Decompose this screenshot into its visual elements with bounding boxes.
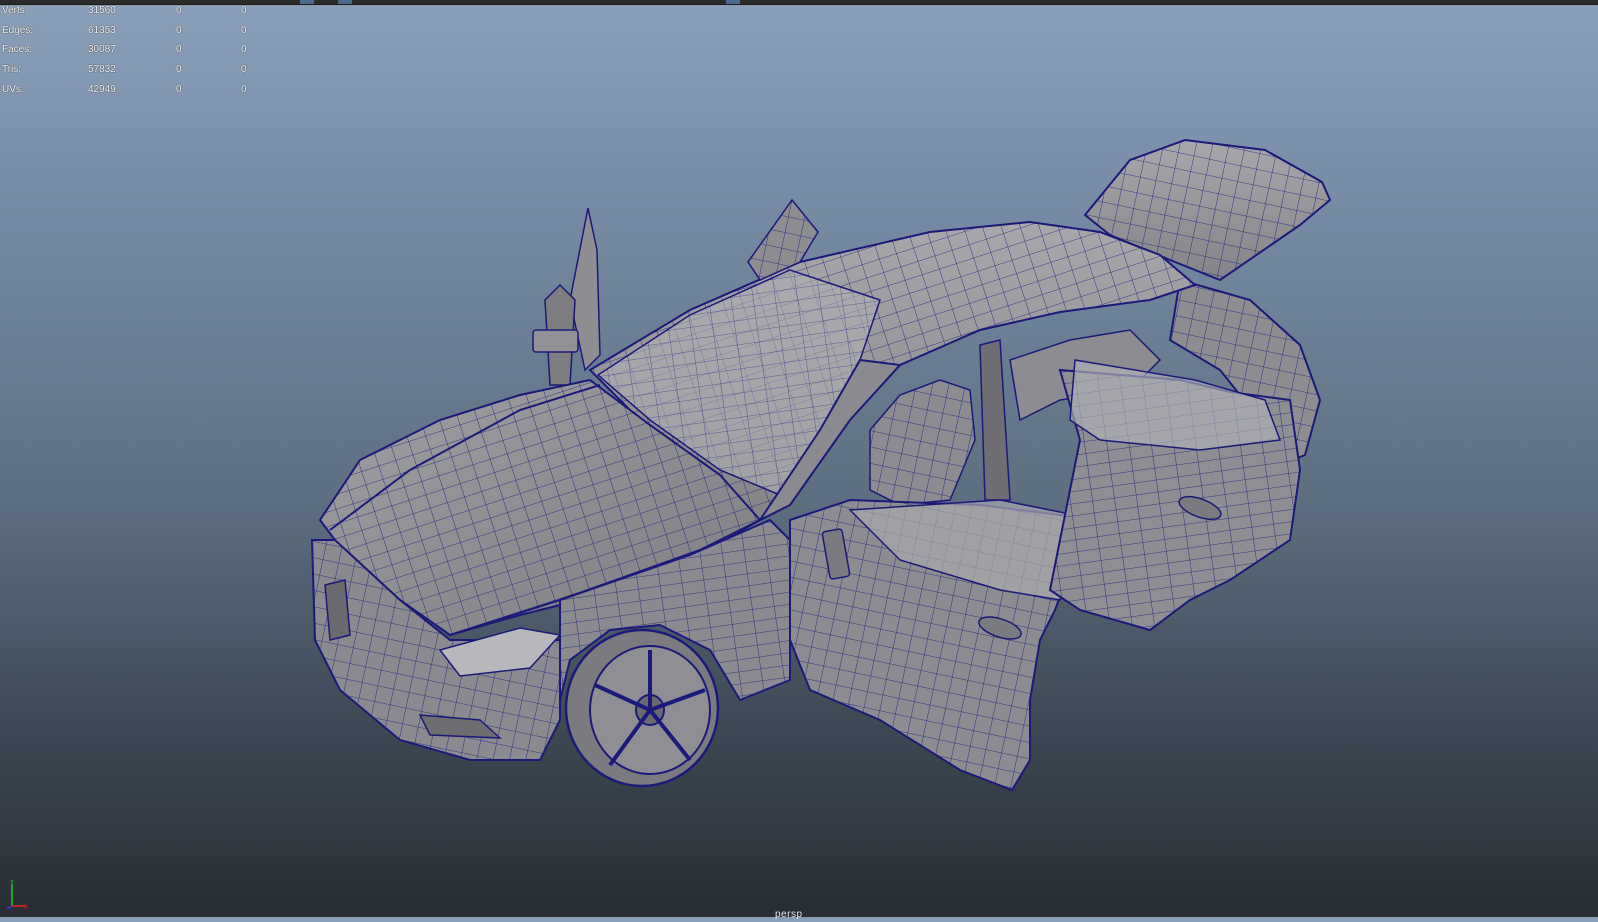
b-pillar bbox=[979, 339, 1011, 501]
hud-row-edges: Edges: 61353 0 0 bbox=[2, 25, 262, 45]
hud-row-verts: Verts: 31560 0 0 bbox=[2, 5, 262, 25]
axis-x-label: X bbox=[24, 905, 28, 910]
hud-total: 61353 bbox=[88, 24, 116, 36]
hud-components: 0 bbox=[241, 44, 247, 56]
hud-row-tris: Tris: 57832 0 0 bbox=[2, 64, 262, 84]
front-wheel[interactable] bbox=[564, 628, 720, 788]
hud-components: 0 bbox=[241, 64, 247, 76]
car-wireframe-model[interactable] bbox=[0, 0, 1598, 917]
hud-row-faces: Faces: 30087 0 0 bbox=[2, 44, 262, 64]
hud-label: UVs: bbox=[2, 83, 24, 95]
hud-components: 0 bbox=[241, 5, 247, 16]
hud-selected: 0 bbox=[176, 83, 182, 95]
perspective-viewport[interactable] bbox=[0, 0, 1598, 917]
hud-total: 42949 bbox=[88, 83, 116, 95]
hud-total: 31560 bbox=[88, 5, 116, 16]
hud-row-uvs: UVs: 42949 0 0 bbox=[2, 84, 262, 104]
hud-selected: 0 bbox=[176, 24, 182, 36]
hud-components: 0 bbox=[241, 83, 247, 95]
camera-name-label: persp bbox=[775, 909, 803, 920]
right-front-door[interactable] bbox=[789, 498, 1102, 792]
front-grille bbox=[324, 579, 351, 641]
right-rear-door[interactable] bbox=[1048, 359, 1302, 632]
hud-selected: 0 bbox=[176, 5, 182, 16]
poly-count-hud: Verts: 31560 0 0 Edges: 61353 0 0 Faces:… bbox=[2, 5, 262, 103]
hud-components: 0 bbox=[241, 24, 247, 36]
hud-total: 57832 bbox=[88, 64, 116, 76]
left-mirror[interactable] bbox=[532, 329, 579, 353]
axis-y-label: Y bbox=[10, 880, 14, 886]
hud-selected: 0 bbox=[176, 44, 182, 56]
hud-label: Faces: bbox=[2, 44, 33, 56]
axis-gizmo-icon: Y X bbox=[6, 880, 28, 910]
left-front-door-raised[interactable] bbox=[532, 207, 601, 386]
hud-label: Verts: bbox=[2, 5, 28, 16]
hud-total: 30087 bbox=[88, 44, 116, 56]
hud-label: Tris: bbox=[2, 64, 22, 76]
hud-label: Edges: bbox=[2, 24, 34, 36]
hud-selected: 0 bbox=[176, 64, 182, 76]
